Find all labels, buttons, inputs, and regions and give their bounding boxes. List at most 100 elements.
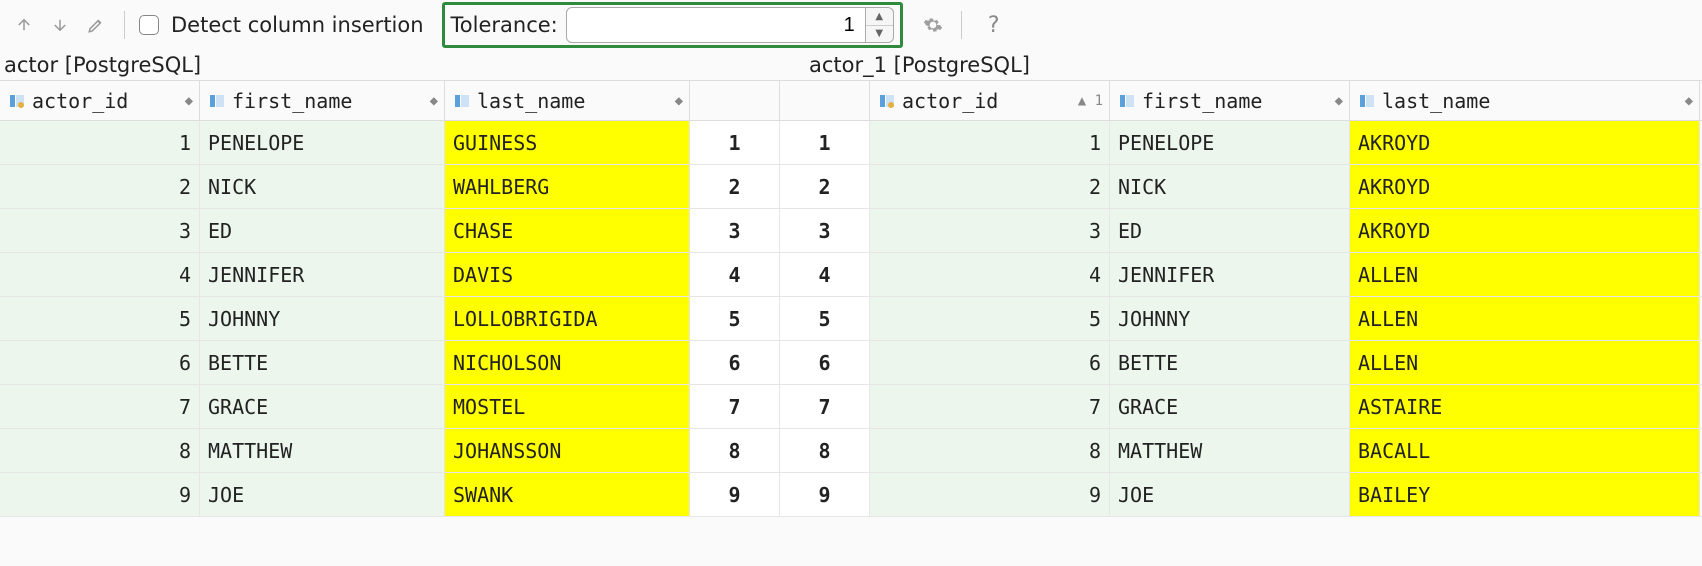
col-header-label: first_name bbox=[232, 89, 352, 113]
tolerance-input[interactable] bbox=[566, 7, 866, 43]
col-header-last-name-right[interactable]: last_name ◆ bbox=[1350, 81, 1700, 120]
cell-last-name[interactable]: BAILEY bbox=[1350, 473, 1700, 516]
cell-last-name[interactable]: LOLLOBRIGIDA bbox=[445, 297, 690, 340]
sort-icon: ◆ bbox=[1685, 93, 1693, 109]
left-pane-title: actor [PostgreSQL] bbox=[0, 53, 805, 77]
table-row[interactable]: 6 BETTE NICHOLSON bbox=[0, 341, 690, 385]
table-row[interactable]: 2 NICK AKROYD bbox=[870, 165, 1702, 209]
table-row[interactable]: 3 ED AKROYD bbox=[870, 209, 1702, 253]
table-row[interactable]: 9 JOE BAILEY bbox=[870, 473, 1702, 517]
cell-first-name[interactable]: NICK bbox=[200, 165, 445, 208]
key-column-icon bbox=[878, 92, 896, 110]
cell-first-name[interactable]: MATTHEW bbox=[200, 429, 445, 472]
col-header-actor-id-right[interactable]: actor_id ▲ 1 bbox=[870, 81, 1110, 120]
cell-last-name[interactable]: DAVIS bbox=[445, 253, 690, 296]
cell-actor-id[interactable]: 1 bbox=[870, 121, 1110, 164]
row-number-left: 1 bbox=[690, 121, 780, 164]
cell-first-name[interactable]: MATTHEW bbox=[1110, 429, 1350, 472]
detect-column-insertion-checkbox[interactable] bbox=[139, 15, 159, 35]
cell-first-name[interactable]: ED bbox=[1110, 209, 1350, 252]
cell-actor-id[interactable]: 3 bbox=[0, 209, 200, 252]
cell-actor-id[interactable]: 9 bbox=[870, 473, 1110, 516]
cell-last-name[interactable]: BACALL bbox=[1350, 429, 1700, 472]
cell-actor-id[interactable]: 6 bbox=[0, 341, 200, 384]
table-row[interactable]: 7 GRACE MOSTEL bbox=[0, 385, 690, 429]
cell-last-name[interactable]: AKROYD bbox=[1350, 165, 1700, 208]
cell-first-name[interactable]: JOE bbox=[1110, 473, 1350, 516]
cell-actor-id[interactable]: 2 bbox=[0, 165, 200, 208]
cell-first-name[interactable]: PENELOPE bbox=[1110, 121, 1350, 164]
cell-actor-id[interactable]: 5 bbox=[0, 297, 200, 340]
key-column-icon bbox=[8, 92, 26, 110]
cell-actor-id[interactable]: 9 bbox=[0, 473, 200, 516]
cell-last-name[interactable]: ASTAIRE bbox=[1350, 385, 1700, 428]
col-header-actor-id-left[interactable]: actor_id ◆ bbox=[0, 81, 200, 120]
cell-last-name[interactable]: AKROYD bbox=[1350, 209, 1700, 252]
cell-last-name[interactable]: ALLEN bbox=[1350, 253, 1700, 296]
cell-last-name[interactable]: WAHLBERG bbox=[445, 165, 690, 208]
col-header-label: last_name bbox=[477, 89, 585, 113]
cell-actor-id[interactable]: 4 bbox=[0, 253, 200, 296]
table-row[interactable]: 5 JOHNNY ALLEN bbox=[870, 297, 1702, 341]
cell-actor-id[interactable]: 1 bbox=[0, 121, 200, 164]
cell-last-name[interactable]: GUINESS bbox=[445, 121, 690, 164]
table-row[interactable]: 2 NICK WAHLBERG bbox=[0, 165, 690, 209]
tolerance-spinner[interactable]: ▲ ▼ bbox=[866, 7, 894, 43]
cell-actor-id[interactable]: 2 bbox=[870, 165, 1110, 208]
col-header-last-name-left[interactable]: last_name ◆ bbox=[445, 81, 690, 120]
cell-actor-id[interactable]: 6 bbox=[870, 341, 1110, 384]
cell-actor-id[interactable]: 8 bbox=[870, 429, 1110, 472]
cell-first-name[interactable]: ED bbox=[200, 209, 445, 252]
table-row[interactable]: 7 GRACE ASTAIRE bbox=[870, 385, 1702, 429]
row-number-left: 7 bbox=[690, 385, 780, 428]
col-header-label: actor_id bbox=[902, 89, 998, 113]
table-row[interactable]: 4 JENNIFER ALLEN bbox=[870, 253, 1702, 297]
cell-last-name[interactable]: ALLEN bbox=[1350, 297, 1700, 340]
spinner-up-icon[interactable]: ▲ bbox=[866, 8, 893, 26]
cell-first-name[interactable]: JOE bbox=[200, 473, 445, 516]
col-header-first-name-left[interactable]: first_name ◆ bbox=[200, 81, 445, 120]
cell-actor-id[interactable]: 3 bbox=[870, 209, 1110, 252]
cell-first-name[interactable]: BETTE bbox=[1110, 341, 1350, 384]
cell-last-name[interactable]: ALLEN bbox=[1350, 341, 1700, 384]
cell-first-name[interactable]: PENELOPE bbox=[200, 121, 445, 164]
cell-last-name[interactable]: CHASE bbox=[445, 209, 690, 252]
cell-first-name[interactable]: JENNIFER bbox=[1110, 253, 1350, 296]
cell-last-name[interactable]: MOSTEL bbox=[445, 385, 690, 428]
cell-actor-id[interactable]: 8 bbox=[0, 429, 200, 472]
cell-first-name[interactable]: JENNIFER bbox=[200, 253, 445, 296]
cell-first-name[interactable]: GRACE bbox=[200, 385, 445, 428]
table-row[interactable]: 1 PENELOPE GUINESS bbox=[0, 121, 690, 165]
cell-actor-id[interactable]: 4 bbox=[870, 253, 1110, 296]
col-header-first-name-right[interactable]: first_name ◆ bbox=[1110, 81, 1350, 120]
cell-actor-id[interactable]: 5 bbox=[870, 297, 1110, 340]
cell-last-name[interactable]: JOHANSSON bbox=[445, 429, 690, 472]
table-row[interactable]: 1 PENELOPE AKROYD bbox=[870, 121, 1702, 165]
cell-first-name[interactable]: GRACE bbox=[1110, 385, 1350, 428]
cell-first-name[interactable]: BETTE bbox=[200, 341, 445, 384]
cell-first-name[interactable]: JOHNNY bbox=[1110, 297, 1350, 340]
cell-actor-id[interactable]: 7 bbox=[0, 385, 200, 428]
cell-first-name[interactable]: NICK bbox=[1110, 165, 1350, 208]
column-icon bbox=[1358, 92, 1376, 110]
help-button[interactable]: ? bbox=[980, 11, 1008, 39]
table-row[interactable]: 5 JOHNNY LOLLOBRIGIDA bbox=[0, 297, 690, 341]
row-number-row: 2 2 bbox=[690, 165, 870, 209]
cell-last-name[interactable]: NICHOLSON bbox=[445, 341, 690, 384]
table-row[interactable]: 8 MATTHEW JOHANSSON bbox=[0, 429, 690, 473]
table-row[interactable]: 9 JOE SWANK bbox=[0, 473, 690, 517]
table-row[interactable]: 4 JENNIFER DAVIS bbox=[0, 253, 690, 297]
cell-last-name[interactable]: AKROYD bbox=[1350, 121, 1700, 164]
cell-first-name[interactable]: JOHNNY bbox=[200, 297, 445, 340]
table-row[interactable]: 6 BETTE ALLEN bbox=[870, 341, 1702, 385]
cell-actor-id[interactable]: 7 bbox=[870, 385, 1110, 428]
table-row[interactable]: 8 MATTHEW BACALL bbox=[870, 429, 1702, 473]
spinner-down-icon[interactable]: ▼ bbox=[866, 26, 893, 43]
edit-button[interactable] bbox=[82, 11, 110, 39]
prev-diff-button[interactable] bbox=[10, 11, 38, 39]
next-diff-button[interactable] bbox=[46, 11, 74, 39]
row-number-row: 9 9 bbox=[690, 473, 870, 517]
table-row[interactable]: 3 ED CHASE bbox=[0, 209, 690, 253]
settings-button[interactable] bbox=[919, 11, 947, 39]
cell-last-name[interactable]: SWANK bbox=[445, 473, 690, 516]
